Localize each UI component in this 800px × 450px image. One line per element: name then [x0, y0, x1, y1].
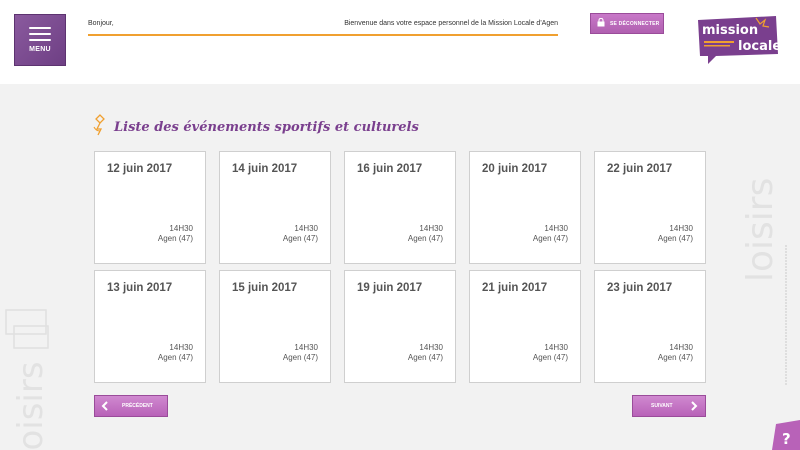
previous-label: PRÉCÉDENT — [122, 403, 153, 409]
event-time: 14H30 — [419, 343, 443, 352]
event-place: Agen (47) — [657, 353, 693, 362]
section-title: Liste des événements sportifs et culture… — [92, 113, 419, 141]
event-date: 21 juin 2017 — [482, 282, 548, 294]
event-date: 12 juin 2017 — [107, 163, 173, 175]
event-date: 20 juin 2017 — [482, 163, 548, 175]
event-card[interactable]: 20 juin 2017 14H30 Agen (47) — [469, 151, 581, 264]
page-title: Liste des événements sportifs et culture… — [114, 119, 419, 135]
event-card[interactable]: 14 juin 2017 14H30 Agen (47) — [219, 151, 331, 264]
event-place: Agen (47) — [532, 353, 568, 362]
menu-button[interactable]: MENU — [14, 14, 66, 66]
event-place: Agen (47) — [532, 234, 568, 243]
previous-button[interactable]: PRÉCÉDENT — [94, 395, 168, 417]
logo-text-locale: locale — [738, 39, 780, 54]
mission-locale-logo[interactable]: mission locale — [696, 14, 781, 66]
event-date: 22 juin 2017 — [607, 163, 673, 175]
event-card[interactable]: 22 juin 2017 14H30 Agen (47) — [594, 151, 706, 264]
event-place: Agen (47) — [282, 353, 318, 362]
event-time: 14H30 — [669, 224, 693, 233]
greeting-text: Bonjour, — [88, 20, 114, 27]
event-place: Agen (47) — [657, 234, 693, 243]
event-date: 19 juin 2017 — [357, 282, 423, 294]
loisirs-watermark-left: loisirs — [0, 300, 60, 450]
event-card[interactable]: 13 juin 2017 14H30 Agen (47) — [94, 270, 206, 383]
event-card[interactable]: 19 juin 2017 14H30 Agen (47) — [344, 270, 456, 383]
event-time: 14H30 — [419, 224, 443, 233]
menu-label: MENU — [29, 46, 51, 53]
event-place: Agen (47) — [407, 234, 443, 243]
event-time: 14H30 — [294, 343, 318, 352]
event-time: 14H30 — [544, 224, 568, 233]
event-date: 15 juin 2017 — [232, 282, 298, 294]
loisirs-watermark-right: loisirs — [738, 96, 781, 286]
event-card[interactable]: 21 juin 2017 14H30 Agen (47) — [469, 270, 581, 383]
logo-text-mission: mission — [702, 23, 758, 38]
event-place: Agen (47) — [157, 353, 193, 362]
logout-label: SE DÉCONNECTER — [610, 20, 660, 27]
event-time: 14H30 — [294, 224, 318, 233]
lock-icon — [597, 17, 605, 29]
watermark-text-left: loisirs — [11, 361, 51, 450]
event-date: 16 juin 2017 — [357, 163, 423, 175]
mic-icon — [92, 113, 106, 141]
chevron-right-icon — [690, 401, 698, 411]
event-time: 14H30 — [169, 343, 193, 352]
watermark-text: loisirs — [740, 178, 778, 282]
event-card[interactable]: 23 juin 2017 14H30 Agen (47) — [594, 270, 706, 383]
event-date: 23 juin 2017 — [607, 282, 673, 294]
help-button[interactable]: ? — [770, 420, 800, 450]
side-credit-line — [781, 245, 791, 385]
event-card[interactable]: 15 juin 2017 14H30 Agen (47) — [219, 270, 331, 383]
event-time: 14H30 — [169, 224, 193, 233]
header: MENU Bonjour, Bienvenue dans votre espac… — [0, 0, 800, 84]
event-place: Agen (47) — [282, 234, 318, 243]
greeting-bar: Bonjour, Bienvenue dans votre espace per… — [88, 16, 558, 36]
hamburger-icon — [29, 27, 51, 41]
chevron-left-icon — [101, 401, 108, 411]
next-button[interactable]: SUIVANT — [632, 395, 706, 417]
logout-button[interactable]: SE DÉCONNECTER — [590, 13, 664, 34]
welcome-text: Bienvenue dans votre espace personnel de… — [344, 20, 558, 27]
event-place: Agen (47) — [407, 353, 443, 362]
next-label: SUIVANT — [651, 403, 673, 409]
event-card[interactable]: 16 juin 2017 14H30 Agen (47) — [344, 151, 456, 264]
event-card[interactable]: 12 juin 2017 14H30 Agen (47) — [94, 151, 206, 264]
event-date: 13 juin 2017 — [107, 282, 173, 294]
event-time: 14H30 — [669, 343, 693, 352]
event-place: Agen (47) — [157, 234, 193, 243]
event-time: 14H30 — [544, 343, 568, 352]
help-icon: ? — [782, 430, 791, 448]
event-date: 14 juin 2017 — [232, 163, 298, 175]
